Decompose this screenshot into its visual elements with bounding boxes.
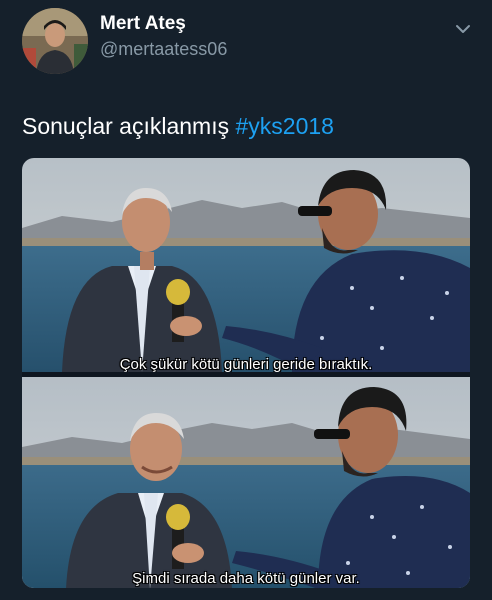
- hashtag-link[interactable]: #yks2018: [235, 113, 333, 139]
- tweet-text: Sonuçlar açıklanmış #yks2018: [22, 113, 334, 140]
- subtitle-bottom: Şimdi sırada daha kötü günler var.: [132, 570, 360, 587]
- avatar[interactable]: [22, 8, 88, 74]
- video-still-bottom: [22, 377, 470, 588]
- media-frame-bottom: Şimdi sırada daha kötü günler var.: [22, 376, 470, 588]
- user-handle[interactable]: @mertaatess06: [100, 39, 227, 60]
- video-still-top: [22, 158, 470, 372]
- display-name[interactable]: Mert Ateş: [100, 13, 186, 35]
- tweet-card: Mert Ateş @mertaatess06 Sonuçlar açıklan…: [0, 0, 492, 600]
- tweet-text-body: Sonuçlar açıklanmış: [22, 113, 236, 139]
- subtitle-top: Çok şükür kötü günleri geride bıraktık.: [119, 356, 373, 372]
- chevron-down-icon[interactable]: [452, 18, 474, 40]
- tweet-media[interactable]: Çok şükür kötü günleri geride bıraktık.: [22, 158, 470, 588]
- media-frame-top: Çok şükür kötü günleri geride bıraktık.: [22, 158, 470, 372]
